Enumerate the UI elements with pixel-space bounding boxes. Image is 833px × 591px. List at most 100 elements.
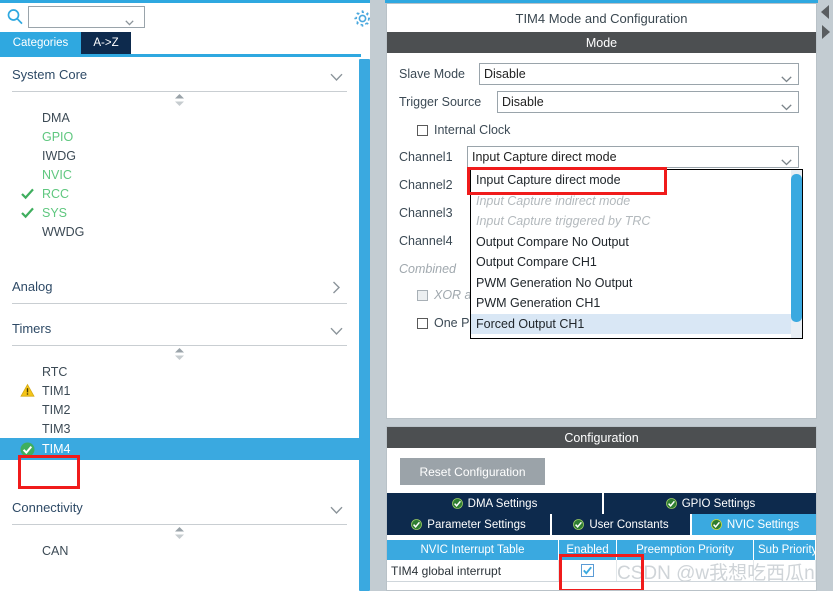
column-header-sub-priority[interactable]: Sub Priority: [754, 540, 816, 560]
list-item-label: SYS: [42, 205, 68, 220]
sidebar-item-tim4[interactable]: TIM4: [0, 438, 359, 460]
field-channel3: Channel3: [399, 201, 453, 225]
group-label: Timers: [12, 320, 52, 336]
xor-checkbox[interactable]: XOR a: [417, 288, 472, 302]
nvic-table-header: NVIC Interrupt Table Enabled Preemption …: [387, 540, 816, 560]
list-item[interactable]: RTC: [0, 362, 359, 381]
collapse-left-arrow-icon[interactable]: [818, 2, 833, 22]
group-header-connectivity[interactable]: Connectivity: [12, 490, 347, 525]
configuration-band: Configuration: [387, 427, 816, 448]
slave-mode-combo[interactable]: Disable: [479, 63, 799, 85]
tab-categories[interactable]: Categories: [0, 32, 81, 54]
page-title: TIM4 Mode and Configuration: [387, 4, 816, 32]
dropdown-option[interactable]: Output Compare CH1: [471, 252, 802, 273]
search-input[interactable]: [28, 6, 145, 28]
scroll-spinner-system-core[interactable]: [0, 92, 359, 108]
list-item-label: IWDG: [42, 148, 77, 163]
check-circle-icon: [665, 498, 677, 509]
left-scrollbar-thumb[interactable]: [359, 59, 370, 591]
panel-gap: [370, 0, 385, 591]
dropdown-option-label: Output Compare No Output: [476, 234, 629, 249]
right-edge-strip: [818, 0, 833, 591]
scroll-spinner-timers[interactable]: [0, 346, 359, 362]
group-header-system-core[interactable]: System Core: [12, 57, 347, 92]
search-icon[interactable]: [6, 8, 24, 26]
list-item[interactable]: CAN: [0, 541, 359, 560]
checkbox-icon: [417, 124, 428, 136]
list-item[interactable]: WWDG: [0, 222, 359, 241]
dropdown-option[interactable]: PWM Generation CH1: [471, 293, 802, 314]
warning-icon: [20, 383, 35, 398]
group-label: Analog: [12, 278, 53, 294]
list-item-label: NVIC: [42, 167, 72, 182]
list-item[interactable]: TIM1: [0, 381, 359, 400]
enabled-checkbox-icon[interactable]: [581, 564, 594, 577]
field-slave-mode: Slave Mode Disable: [399, 62, 804, 86]
group-header-analog[interactable]: Analog: [12, 269, 347, 304]
tab-dma-settings[interactable]: DMA Settings: [387, 493, 603, 514]
field-channel1: Channel1 Input Capture direct mode: [399, 145, 804, 169]
tab-parameter-settings[interactable]: Parameter Settings: [387, 514, 551, 535]
group-label: Connectivity: [12, 499, 83, 515]
list-item-label: TIM3: [42, 421, 71, 436]
list-item-label: TIM2: [42, 402, 71, 417]
list-item[interactable]: GPIO: [0, 127, 359, 146]
internal-clock-checkbox[interactable]: Internal Clock: [417, 123, 510, 137]
configuration-card: Configuration Reset Configuration DMA Se…: [386, 426, 817, 591]
list-item[interactable]: SYS: [0, 203, 359, 222]
check-circle-icon: [573, 519, 585, 530]
reset-configuration-button[interactable]: Reset Configuration: [400, 458, 545, 485]
list-item[interactable]: NVIC: [0, 165, 359, 184]
cell-enabled[interactable]: [559, 560, 617, 581]
field-label: Channel1: [399, 150, 453, 164]
tab-label: DMA Settings: [467, 497, 538, 510]
field-combined: Combined: [399, 257, 456, 281]
one-pulse-label: One P: [434, 316, 470, 330]
tab-label: Parameter Settings: [427, 518, 526, 531]
list-item[interactable]: DMA: [0, 108, 359, 127]
app-window: Categories A->Z System Core DMA GPIO IWD…: [0, 0, 833, 591]
list-item[interactable]: TIM3: [0, 419, 359, 438]
list-item-label: TIM1: [42, 383, 71, 398]
dropdown-scrollbar-thumb[interactable]: [791, 174, 802, 322]
list-item[interactable]: IWDG: [0, 146, 359, 165]
one-pulse-checkbox[interactable]: One P: [417, 316, 469, 330]
checkbox-icon: [417, 317, 428, 329]
expand-right-arrow-icon[interactable]: [818, 22, 833, 42]
tab-user-constants[interactable]: User Constants: [552, 514, 691, 535]
tab-a-to-z[interactable]: A->Z: [81, 32, 131, 54]
trigger-source-value: Disable: [502, 95, 544, 109]
internal-clock-label: Internal Clock: [434, 123, 511, 137]
dropdown-option[interactable]: PWM Generation No Output: [471, 273, 802, 294]
dropdown-option[interactable]: Output Compare No Output: [471, 232, 802, 253]
channel1-combo[interactable]: Input Capture direct mode: [467, 146, 799, 168]
table-row[interactable]: TIM4 global interrupt: [387, 560, 816, 582]
combined-label: Combined: [399, 262, 456, 276]
group-header-timers[interactable]: Timers: [12, 311, 347, 346]
list-item-label: DMA: [42, 110, 70, 125]
tab-label: GPIO Settings: [681, 497, 756, 510]
cell-interrupt-name: TIM4 global interrupt: [387, 560, 559, 581]
field-trigger-source: Trigger Source Disable: [399, 90, 804, 114]
cell-preemption-priority[interactable]: [617, 560, 754, 581]
tab-categories-label: Categories: [12, 37, 69, 49]
column-header-nvic-interrupt-table[interactable]: NVIC Interrupt Table: [387, 540, 559, 560]
trigger-source-combo[interactable]: Disable: [497, 91, 799, 113]
cell-sub-priority[interactable]: [754, 560, 816, 581]
chevron-down-icon: [781, 155, 792, 166]
tab-gpio-settings[interactable]: GPIO Settings: [604, 493, 816, 514]
gear-icon[interactable]: [353, 9, 370, 28]
tab-nvic-settings[interactable]: NVIC Settings: [692, 514, 816, 535]
list-item[interactable]: RCC: [0, 184, 359, 203]
column-header-enabled[interactable]: Enabled: [559, 540, 617, 560]
check-circle-icon: [710, 519, 722, 530]
dropdown-option[interactable]: Forced Output CH1: [471, 313, 802, 334]
mode-configuration-panel: TIM4 Mode and Configuration Mode Slave M…: [385, 0, 818, 591]
list-item-label: WWDG: [42, 224, 85, 239]
column-header-preemption-priority[interactable]: Preemption Priority: [617, 540, 754, 560]
dropdown-option[interactable]: Input Capture direct mode: [471, 170, 802, 191]
channel1-dropdown-list[interactable]: Input Capture direct mode Input Capture …: [470, 169, 803, 339]
tab-a-to-z-label: A->Z: [93, 37, 119, 49]
scroll-spinner-connectivity[interactable]: [0, 525, 359, 541]
list-item[interactable]: TIM2: [0, 400, 359, 419]
